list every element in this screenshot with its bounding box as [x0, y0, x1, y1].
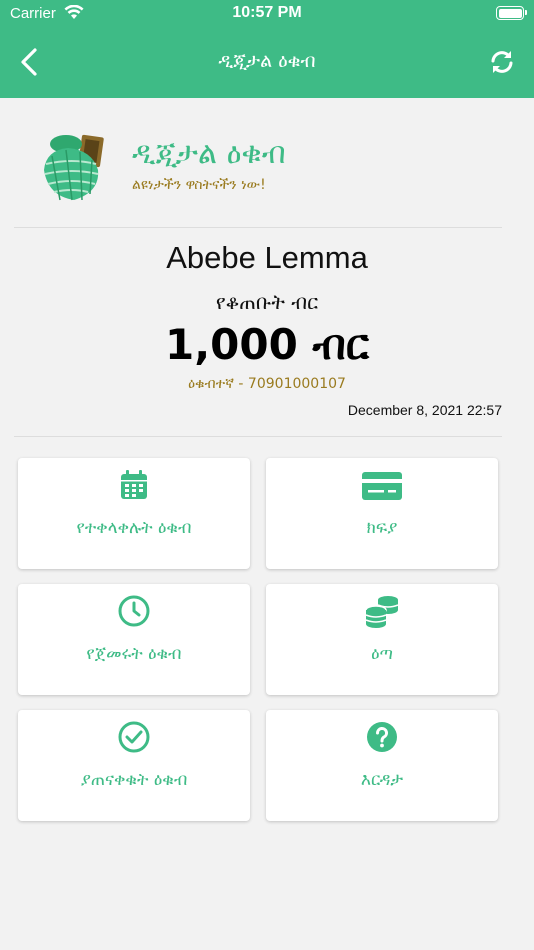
member-id: ዕቁብተኛ - 70901000107 [188, 376, 346, 392]
completed-equb-label: ያጠናቀቁት ዕቁብ [80, 770, 188, 790]
page-title: ዲጂታል ዕቁብ [218, 50, 316, 72]
saved-amount: 1,000 ብር [164, 320, 370, 369]
help-card[interactable]: እርዳታ [266, 710, 498, 821]
help-label: እርዳታ [360, 770, 404, 790]
question-circle-icon [367, 722, 397, 752]
refresh-icon [491, 51, 513, 73]
lottery-card[interactable]: ዕጣ [266, 584, 498, 695]
status-bar: Carrier 10:57 PM [0, 0, 534, 30]
saved-amount-label: የቆጠቡት ብር [215, 290, 319, 314]
basket-logo-icon [38, 130, 112, 204]
app-header: Carrier 10:57 PM ዲጂታል ዕቁብ [0, 0, 534, 98]
joined-equb-label: የተቀላቀሉት ዕቁብ [76, 518, 192, 538]
last-updated-date: December 8, 2021 22:57 [347, 402, 502, 418]
started-equb-card[interactable]: የጀመሩት ዕቁብ [18, 584, 250, 695]
refresh-button[interactable] [488, 48, 516, 76]
joined-equb-card[interactable]: የተቀላቀሉት ዕቁብ [18, 458, 250, 569]
credit-card-icon [362, 472, 402, 500]
status-time: 10:57 PM [232, 4, 302, 21]
user-name: Abebe Lemma [166, 240, 368, 275]
payment-label: ክፍያ [366, 518, 398, 538]
clock-icon [118, 595, 150, 627]
brand-tagline: ልዩነታችን ዋስትናችን ነው! [132, 177, 266, 193]
battery-icon [496, 6, 527, 20]
brand-name: ዲጂታል ዕቁብ [132, 136, 286, 171]
completed-equb-card[interactable]: ያጠናቀቁት ዕቁብ [18, 710, 250, 821]
divider [14, 227, 502, 228]
lottery-label: ዕጣ [371, 644, 393, 664]
divider [14, 436, 502, 437]
coins-icon [365, 596, 399, 628]
payment-card[interactable]: ክፍያ [266, 458, 498, 569]
started-equb-label: የጀመሩት ዕቁብ [86, 644, 182, 664]
calendar-icon [121, 470, 147, 499]
check-circle-icon [118, 721, 150, 753]
